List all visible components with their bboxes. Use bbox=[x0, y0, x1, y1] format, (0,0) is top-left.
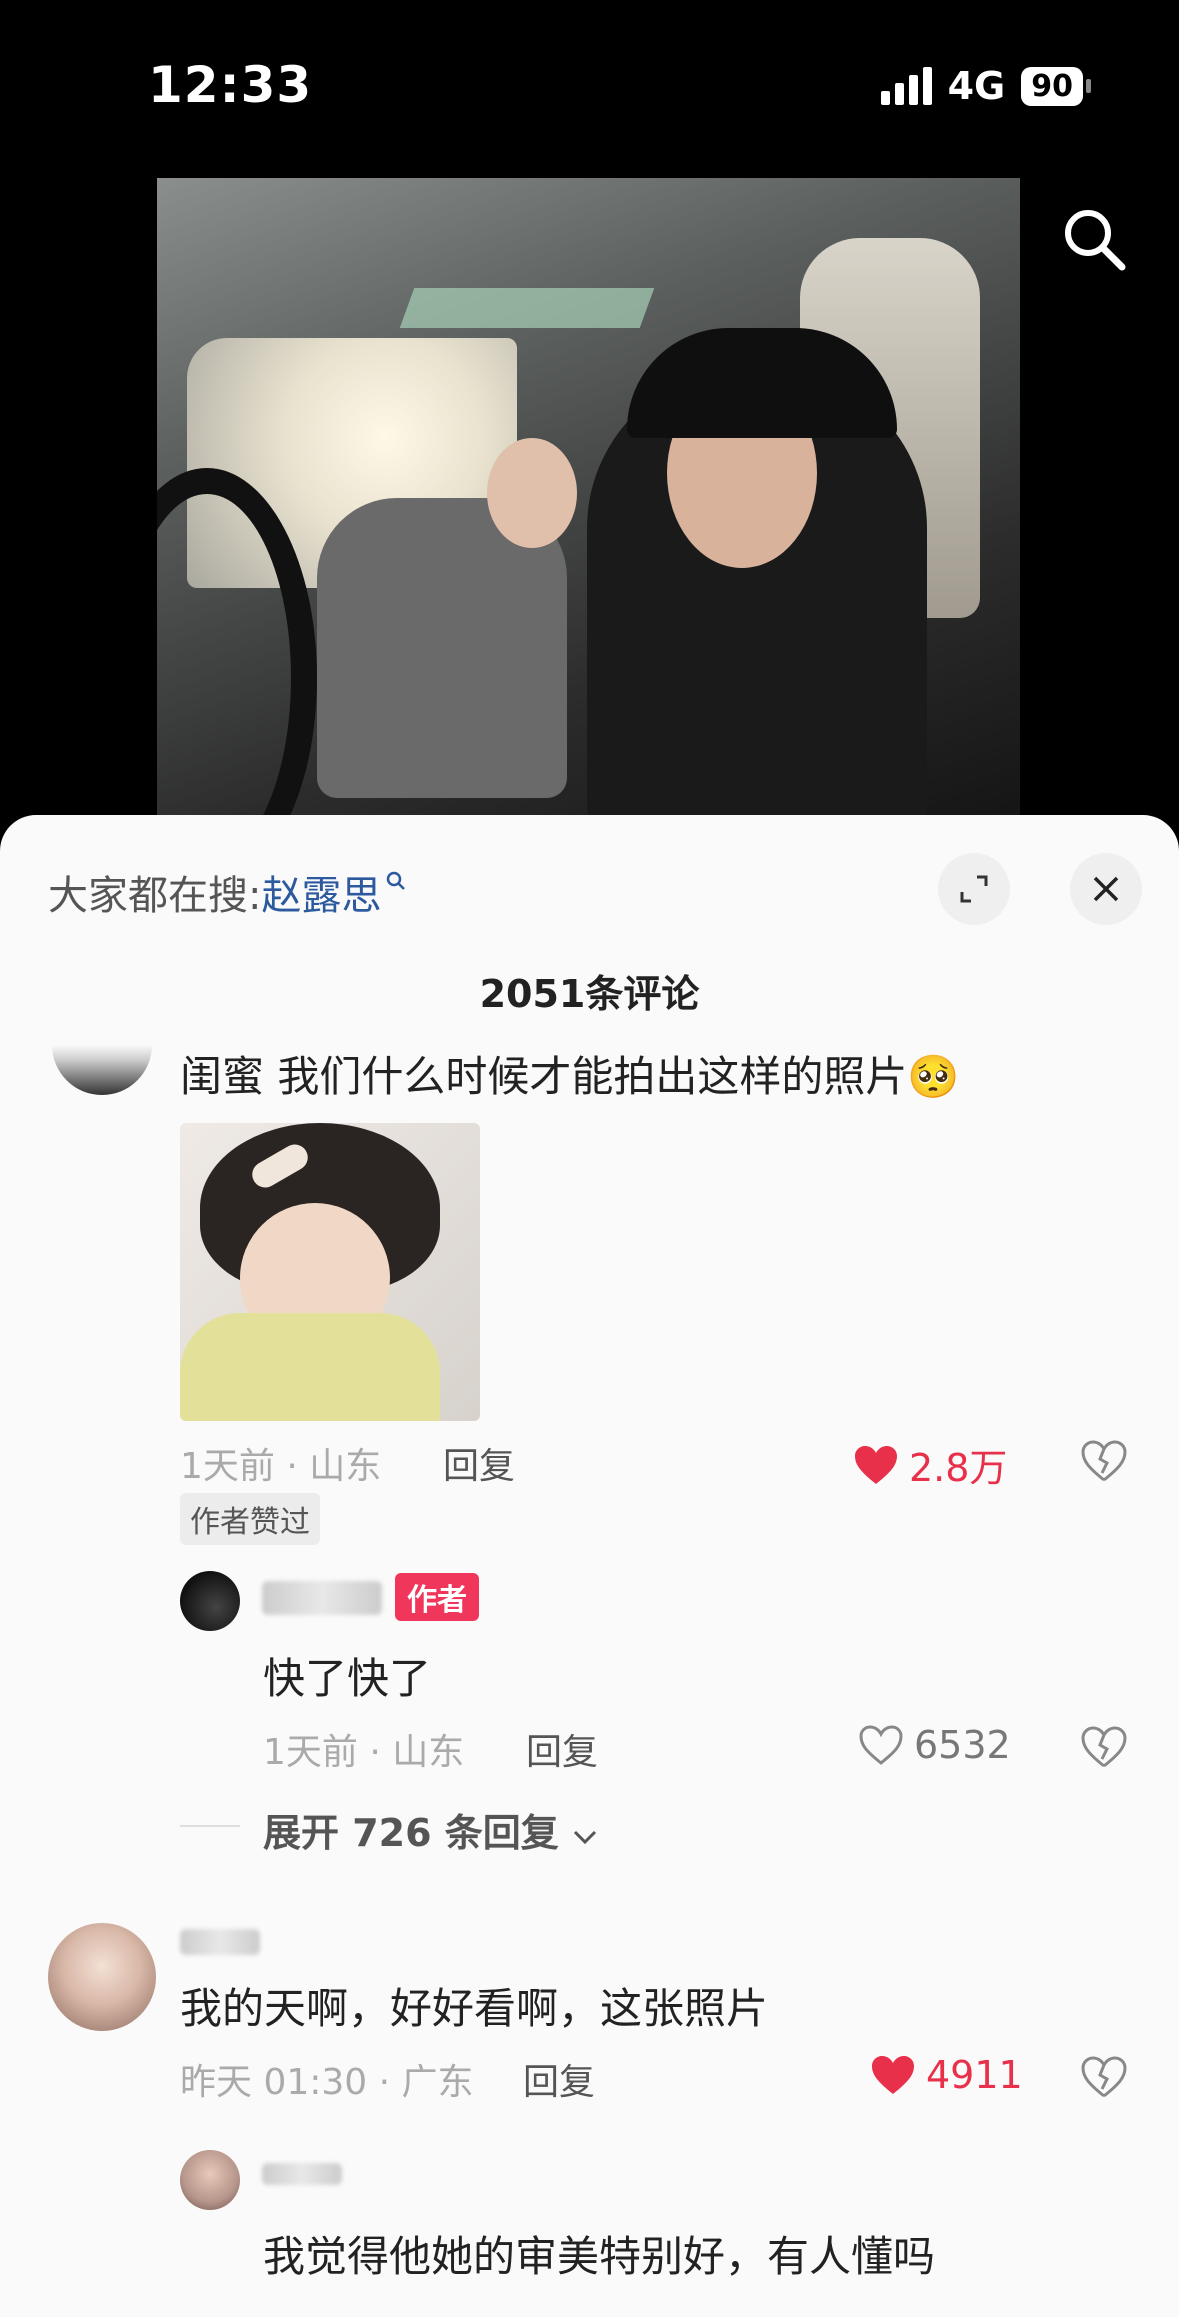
battery-level: 90 bbox=[1021, 66, 1091, 106]
heart-icon bbox=[872, 2056, 914, 2094]
author-badge: 作者 bbox=[395, 1573, 479, 1621]
reply-button[interactable]: 回复 bbox=[523, 2053, 595, 2105]
broken-heart-icon[interactable] bbox=[1080, 2055, 1128, 2103]
comment-text: 我的天啊，好好看啊，这张照片 bbox=[180, 1984, 769, 2033]
comment-text: 闺蜜 我们什么时候才能拍出这样的照片🥺 bbox=[180, 1052, 960, 1101]
reply-username[interactable] bbox=[262, 1581, 382, 1615]
like-button[interactable]: 2.8万 bbox=[853, 1437, 1007, 1492]
search-icon[interactable] bbox=[1060, 205, 1130, 275]
reply-text: 我觉得他她的审美特别好，有人懂吗 bbox=[263, 2232, 936, 2281]
comment-time-location: 昨天 01:30 · 广东 bbox=[180, 2062, 474, 2103]
like-button[interactable]: 6532 bbox=[858, 1723, 1011, 1767]
avatar[interactable] bbox=[52, 1045, 152, 1095]
broken-heart-icon[interactable] bbox=[1080, 1725, 1128, 1773]
reply-button[interactable]: 回复 bbox=[526, 1723, 598, 1775]
hot-search-term[interactable]: 赵露思 bbox=[261, 863, 381, 921]
reply-text: 快了快了 bbox=[263, 1654, 432, 1703]
author-liked-tag: 作者赞过 bbox=[180, 1493, 320, 1545]
like-button[interactable]: 4911 bbox=[870, 2053, 1023, 2097]
like-count: 2.8万 bbox=[909, 1446, 1008, 1490]
hot-search[interactable]: 大家都在搜: 赵露思 bbox=[48, 863, 407, 921]
expand-replies-label: 展开 726 条回复 bbox=[263, 1811, 559, 1855]
reply-avatar[interactable] bbox=[180, 2150, 240, 2210]
comment-sheet: 大家都在搜: 赵露思 2051条评论 闺蜜 我们什么时候才能拍出这样的照片🥺 1… bbox=[0, 815, 1179, 2317]
divider bbox=[180, 1825, 240, 1827]
signal-icon bbox=[880, 67, 932, 105]
reply-avatar[interactable] bbox=[180, 1571, 240, 1631]
comment-count: 2051条评论 bbox=[479, 972, 700, 1016]
reply-username[interactable] bbox=[262, 2163, 342, 2185]
username[interactable] bbox=[180, 1929, 260, 1955]
expand-icon bbox=[960, 875, 988, 903]
broken-heart-icon[interactable] bbox=[1080, 1439, 1128, 1487]
expand-button[interactable] bbox=[938, 853, 1010, 925]
search-small-icon bbox=[385, 866, 407, 899]
comment-image[interactable] bbox=[180, 1123, 480, 1421]
avatar[interactable] bbox=[48, 1923, 156, 2031]
post-photo[interactable] bbox=[157, 178, 1020, 818]
heart-outline-icon bbox=[859, 1725, 903, 1765]
reply-button[interactable]: 回复 bbox=[443, 1437, 515, 1489]
close-icon bbox=[1093, 876, 1119, 902]
comment-time-location: 1天前 · 山东 bbox=[180, 1446, 382, 1487]
chevron-down-icon bbox=[573, 1830, 597, 1845]
heart-icon bbox=[855, 1445, 897, 1484]
like-count: 4911 bbox=[926, 2053, 1023, 2097]
status-indicators: 4G 90 bbox=[880, 64, 1091, 108]
network-type: 4G bbox=[947, 64, 1006, 108]
reply-time-location: 1天前 · 山东 bbox=[263, 1732, 465, 1773]
expand-replies-button[interactable]: 展开 726 条回复 bbox=[263, 1802, 598, 1857]
status-time: 12:33 bbox=[148, 56, 313, 114]
like-count: 6532 bbox=[914, 1723, 1011, 1767]
hot-search-label: 大家都在搜: bbox=[48, 873, 262, 919]
close-button[interactable] bbox=[1070, 853, 1142, 925]
